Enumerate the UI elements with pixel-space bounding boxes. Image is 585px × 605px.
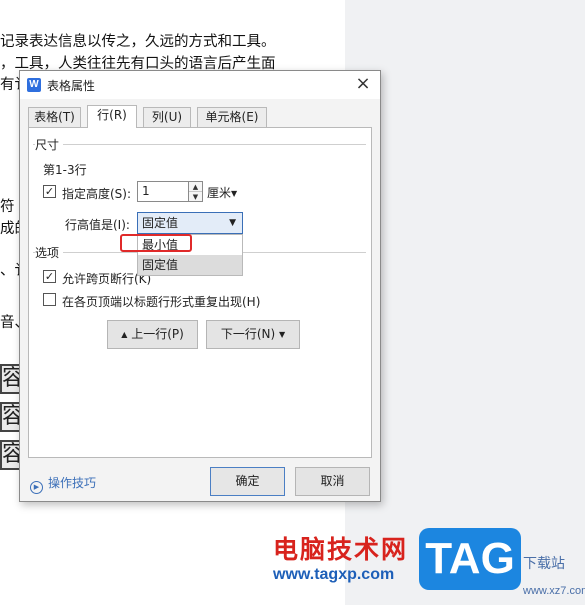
cancel-button[interactable]: 取消: [295, 467, 370, 496]
watermark-side-text: 下载站: [523, 556, 565, 572]
height-input[interactable]: 1: [137, 181, 189, 202]
tab-cell[interactable]: 单元格(E): [197, 107, 267, 128]
arrow-down-icon: ▼: [279, 330, 286, 339]
unit-dropdown[interactable]: 厘米▼: [207, 184, 237, 201]
close-icon[interactable]: ×: [352, 73, 374, 95]
doc-text-fragment: 符: [0, 199, 15, 215]
annotation-highlight-box: [120, 234, 192, 252]
watermark-side-url: www.xz7.com: [523, 585, 585, 597]
spin-down-icon[interactable]: ▼: [189, 192, 202, 202]
repeat-header-label: 在各页顶端以标题行形式重复出现(H): [62, 295, 261, 309]
height-spinner[interactable]: ▲ ▼: [189, 181, 203, 202]
tips-label: 操作技巧: [48, 476, 97, 490]
tab-column[interactable]: 列(U): [143, 107, 191, 128]
specify-height-checkbox[interactable]: ✓: [43, 185, 56, 198]
options-section-label: 选项: [35, 244, 64, 261]
wps-app-icon: W: [27, 78, 41, 92]
chevron-down-icon: ▼: [231, 189, 238, 198]
previous-row-button[interactable]: ▲ 上一行(P): [107, 320, 198, 349]
previous-row-label: 上一行(P): [131, 327, 184, 341]
tag-logo: TAG: [419, 528, 521, 590]
dialog-titlebar[interactable]: W 表格属性 ×: [20, 71, 380, 99]
dropdown-option-fixed[interactable]: 固定值: [138, 255, 242, 275]
row-tab-panel: 尺寸 第1-3行 ✓ 指定高度(S): 1 ▲ ▼ 厘米▼ 行高值是(I): 固…: [28, 127, 372, 458]
specify-height-label: 指定高度(S):: [62, 187, 132, 201]
play-circle-icon: ▶: [30, 481, 43, 494]
watermark-site-name: 电脑技术网: [273, 535, 409, 564]
workspace-background: [345, 0, 585, 605]
arrow-up-icon: ▲: [121, 330, 128, 339]
repeat-header-checkbox[interactable]: [43, 293, 56, 306]
section-divider: [33, 144, 366, 145]
table-properties-dialog: W 表格属性 × 表格(T) 行(R) 列(U) 单元格(E) 尺寸 第1-3行…: [19, 70, 381, 502]
tab-table[interactable]: 表格(T): [28, 107, 81, 128]
watermark-url: www.tagxp.com: [273, 566, 395, 583]
size-section-label: 尺寸: [35, 136, 64, 153]
row-height-rule-select[interactable]: 固定值 ▼: [137, 212, 243, 234]
tips-link[interactable]: ▶ 操作技巧: [30, 474, 96, 494]
rule-selected-value: 固定值: [142, 216, 179, 230]
ok-button[interactable]: 确定: [210, 467, 285, 496]
rows-label: 第1-3行: [43, 163, 87, 177]
allow-break-checkbox[interactable]: ✓: [43, 270, 56, 283]
rule-label: 行高值是(I):: [65, 218, 130, 232]
dialog-title: 表格属性: [47, 79, 96, 93]
tab-row[interactable]: 行(R): [87, 105, 137, 128]
chevron-down-icon: ▼: [229, 218, 236, 228]
unit-label: 厘米: [207, 186, 232, 200]
doc-text-line: 记录表达信息以传之，久远的方式和工具。: [0, 34, 276, 50]
next-row-button[interactable]: 下一行(N) ▼: [206, 320, 300, 349]
spin-up-icon[interactable]: ▲: [189, 182, 202, 192]
next-row-label: 下一行(N): [220, 327, 276, 341]
